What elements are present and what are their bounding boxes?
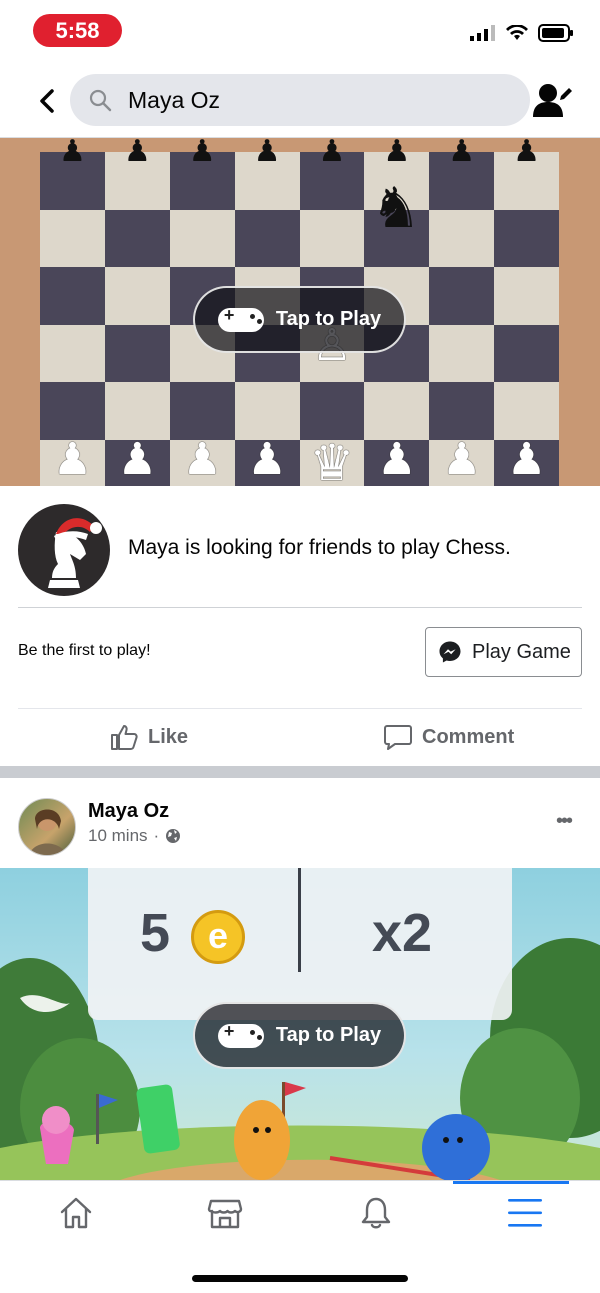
avatar-photo [29, 809, 67, 855]
white-pawn-icon: ♟ [117, 435, 158, 484]
white-pawn-icon: ♟ [441, 435, 482, 484]
comment-button[interactable]: Comment [384, 724, 514, 750]
score-value: 5 [140, 903, 171, 963]
black-pawn-icon: ♟ [188, 138, 216, 168]
game-post-header: Maya Oz 10 mins · ••• [0, 778, 600, 868]
globe-icon [166, 829, 181, 843]
first-to-play-text: Be the first to play! [18, 642, 151, 659]
marketplace-icon[interactable] [207, 1195, 243, 1231]
white-pawn-icon: ♟ [247, 435, 287, 484]
white-pieces-row: ♟ ♟ ♟ ♟ ♛ ♟ ♟ ♟ [40, 434, 559, 486]
post-time[interactable]: 10 mins [88, 826, 148, 846]
black-pawn-icon: ♟ [448, 138, 476, 168]
comment-label: Comment [422, 725, 515, 748]
tap-to-play-label: Tap to Play [275, 308, 382, 330]
more-options-button[interactable]: ••• [556, 810, 573, 833]
black-pawn-icon: ♟ [253, 138, 281, 168]
bell-icon[interactable] [358, 1195, 394, 1231]
magnifier-icon [89, 89, 112, 112]
gamepad-icon [217, 1021, 264, 1048]
trivia-game-preview[interactable]: 5 e x2 Tap to Play [0, 868, 600, 1180]
coin-icon: e [191, 910, 245, 964]
black-knight-icon: ♞ [370, 176, 422, 241]
chess-game-logo [18, 504, 110, 596]
chevron-left-icon[interactable] [34, 88, 60, 114]
edit-profile-icon[interactable] [533, 82, 573, 118]
score-divider [298, 868, 301, 972]
chess-game-preview[interactable]: ♟♟ ♟♟ ♟♟ ♟♟ ♞ ♙ ♟ ♟ ♟ ♟ ♛ ♟ ♟ ♟ Tap to P… [0, 138, 600, 486]
search-query[interactable]: Maya Oz [128, 87, 220, 114]
thumbs-up-icon [111, 725, 138, 750]
tap-to-play-button[interactable]: Tap to Play [193, 286, 406, 353]
status-time: 5:58 [33, 14, 122, 47]
gamepad-icon [217, 305, 264, 332]
white-pawn-icon: ♟ [182, 435, 222, 484]
white-pawn-icon: ♟ [506, 435, 547, 484]
feed-separator [0, 766, 600, 778]
post-author[interactable]: Maya Oz [88, 800, 169, 823]
home-icon[interactable] [58, 1195, 94, 1231]
bottom-nav [0, 1180, 600, 1293]
menu-icon[interactable] [507, 1197, 543, 1229]
search-input[interactable]: Maya Oz [70, 74, 530, 126]
home-indicator[interactable] [192, 1275, 408, 1282]
like-button[interactable]: Like [110, 724, 188, 750]
black-pawn-icon: ♟ [58, 138, 86, 168]
post-message: Maya is looking for friends to play Ches… [128, 536, 511, 559]
divider [18, 607, 582, 608]
search-header: Maya Oz [0, 64, 600, 138]
white-queen-icon: ♛ [309, 435, 355, 486]
comment-icon [384, 725, 412, 750]
active-tab-indicator [453, 1181, 569, 1184]
score-card: 5 e x2 [88, 868, 512, 1020]
black-pawn-icon: ♟ [318, 138, 346, 168]
status-icons [470, 24, 574, 42]
white-pawn-icon: ♟ [377, 435, 417, 484]
tap-to-play-button[interactable]: Tap to Play [193, 1002, 406, 1069]
wifi-icon [506, 25, 528, 40]
multiplier-value: x2 [372, 903, 433, 963]
messenger-icon [439, 641, 461, 663]
post-meta: 10 mins · [88, 826, 181, 846]
status-bar: 5:58 [0, 0, 600, 64]
black-pawn-icon: ♟ [513, 138, 541, 168]
play-game-button[interactable]: Play Game [425, 627, 582, 677]
chess-post: Maya is looking for friends to play Ches… [0, 486, 600, 766]
play-game-label: Play Game [472, 640, 571, 663]
white-pawn-icon: ♟ [52, 435, 93, 484]
battery-icon [538, 24, 573, 42]
black-pawn-icon: ♟ [383, 138, 411, 168]
divider [18, 708, 582, 709]
black-pawn-row: ♟ ♟ ♟ ♟ ♟ ♟ ♟ ♟ [40, 138, 559, 178]
like-label: Like [148, 725, 189, 748]
tap-to-play-label: Tap to Play [275, 1024, 382, 1046]
cellular-signal-icon [470, 25, 495, 41]
knight-santa-hat-icon [48, 518, 102, 588]
meta-separator: · [153, 826, 160, 845]
avatar[interactable] [18, 798, 76, 856]
black-pawn-icon: ♟ [123, 138, 151, 168]
